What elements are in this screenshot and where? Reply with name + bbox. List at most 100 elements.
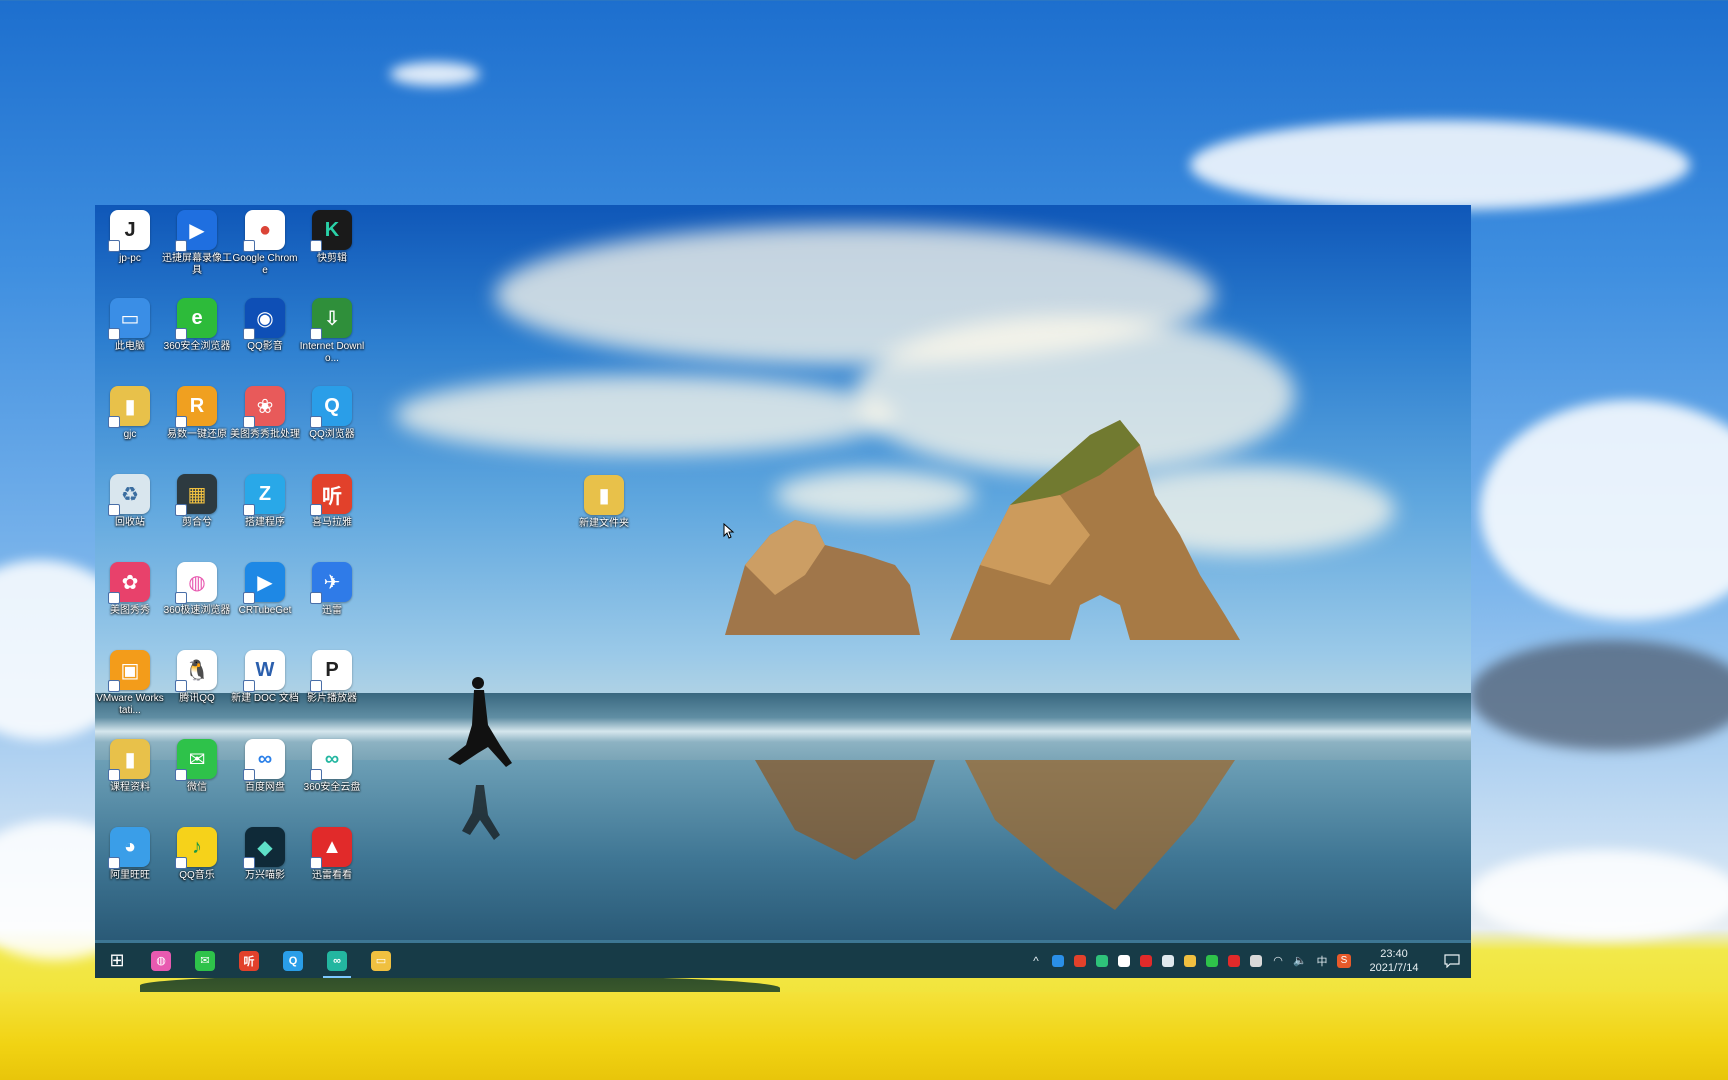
tray-app-icon[interactable] — [1157, 943, 1179, 978]
tray-app-icon[interactable] — [1069, 943, 1091, 978]
tray-app-icon[interactable] — [1201, 943, 1223, 978]
runner-silhouette — [448, 677, 512, 840]
desktop-icon-label: 喜马拉雅 — [312, 517, 352, 528]
taskbar-app-button[interactable]: ▭ — [359, 943, 403, 978]
desktop-icon[interactable]: K 快剪辑 — [297, 210, 367, 265]
tray-app-icon[interactable] — [1091, 943, 1113, 978]
taskbar-app-button[interactable]: ∞ — [315, 943, 359, 978]
desktop-icon[interactable]: ∞ 百度网盘 — [230, 739, 300, 794]
network-icon[interactable]: ◠ — [1267, 943, 1289, 978]
volume-icon[interactable]: 🔈 — [1289, 943, 1311, 978]
taskbar-app-button[interactable]: Q — [271, 943, 315, 978]
app-icon: ◕ — [108, 827, 150, 869]
desktop-icon-label: Google Chrome — [232, 253, 298, 276]
desktop-icon-label: 此电脑 — [115, 341, 145, 352]
system-tray: ^ ◠ 🔈 中 S 23:40 2021/7/14 — [1025, 943, 1471, 978]
desktop-icon[interactable]: Z 搭建程序 — [230, 474, 300, 529]
desktop-icon-label: 回收站 — [115, 517, 145, 528]
taskbar-pinned-apps: ◍ ✉ 听 Q ∞ ▭ — [139, 943, 403, 978]
taskbar-clock[interactable]: 23:40 2021/7/14 — [1355, 947, 1433, 975]
taskbar-app-button[interactable]: 听 — [227, 943, 271, 978]
tray-app-icon[interactable] — [1245, 943, 1267, 978]
action-center-button[interactable] — [1433, 943, 1471, 978]
desktop-icon[interactable]: ❀ 美图秀秀批处理 — [230, 386, 300, 441]
desktop-icon[interactable]: ◕ 阿里旺旺 — [95, 827, 165, 882]
tray-icons — [1047, 943, 1267, 978]
show-hidden-icons-chevron-icon[interactable]: ^ — [1025, 943, 1047, 978]
tray-app-icon[interactable] — [1047, 943, 1069, 978]
desktop-icon[interactable]: ▭ 此电脑 — [95, 298, 165, 353]
desktop-icon-label: 美图秀秀批处理 — [230, 429, 300, 440]
start-button[interactable]: ⊞ — [95, 943, 139, 978]
ime-indicator[interactable]: 中 — [1311, 943, 1333, 978]
clock-date: 2021/7/14 — [1369, 961, 1419, 974]
desktop-icon[interactable]: 🐧 腾讯QQ — [162, 650, 232, 705]
desktop-icon[interactable]: ◍ 360极速浏览器 — [162, 562, 232, 617]
desktop-icon[interactable]: Jjp-pc — [95, 210, 165, 265]
desktop-icon[interactable]: ● Google Chrome — [230, 210, 300, 277]
desktop-icon[interactable]: ✈ 迅雷 — [297, 562, 367, 617]
app-icon: ∞ — [310, 739, 352, 781]
desktop-icon[interactable]: ◉ QQ影音 — [230, 298, 300, 353]
desktop-icon-label: 腾讯QQ — [179, 693, 215, 704]
desktop-icon[interactable]: ✿ 美图秀秀 — [95, 562, 165, 617]
taskbar-app-icon: ▭ — [371, 950, 391, 971]
desktop-icon[interactable]: ▲ 迅雷看看 — [297, 827, 367, 882]
desktop-icon[interactable]: ▶ 迅捷屏幕录像工具 — [162, 210, 232, 277]
desktop-icon-label: 剪合兮 — [182, 517, 212, 528]
taskbar-app-button[interactable]: ✉ — [183, 943, 227, 978]
tray-app-icon[interactable] — [1223, 943, 1245, 978]
desktop-icon-label: 360极速浏览器 — [163, 605, 231, 616]
wallpaper-cloud — [395, 375, 895, 455]
desktop-icon[interactable]: P 影片播放器 — [297, 650, 367, 705]
sogou-input-icon[interactable]: S — [1333, 943, 1355, 978]
taskbar-app-button[interactable]: ◍ — [139, 943, 183, 978]
desktop-icon[interactable]: ◆ 万兴喵影 — [230, 827, 300, 882]
app-icon: ♪ — [175, 827, 217, 869]
app-icon: e — [175, 298, 217, 340]
desktop-icon-label: 快剪辑 — [317, 253, 347, 264]
desktop-icon[interactable]: 听喜马拉雅 — [297, 474, 367, 529]
desktop-icon[interactable]: e 360安全浏览器 — [162, 298, 232, 353]
desktop-icon[interactable]: ▶ CRTubeGet — [230, 562, 300, 617]
mouse-cursor-icon — [723, 523, 735, 539]
app-icon: ∞ — [243, 739, 285, 781]
app-icon: ✿ — [108, 562, 150, 604]
app-icon: ✈ — [310, 562, 352, 604]
desktop-icon[interactable]: R 易数一键还原 — [162, 386, 232, 441]
desktop-icon[interactable]: ▣ VMware Workstati... — [95, 650, 165, 717]
app-icon: ◆ — [243, 827, 285, 869]
background-cloud — [1190, 120, 1690, 210]
app-icon: ▣ — [108, 650, 150, 692]
desktop-icon[interactable]: ▮ 课程资料 — [95, 739, 165, 794]
desktop-icon-label: gjc — [123, 429, 137, 440]
tray-app-icon[interactable] — [1179, 943, 1201, 978]
windows-logo-icon: ⊞ — [109, 950, 125, 970]
tray-app-icon[interactable] — [1113, 943, 1135, 978]
app-icon: ▮ — [108, 739, 150, 781]
app-icon: K — [310, 210, 352, 252]
desktop-icon[interactable]: ∞ 360安全云盘 — [297, 739, 367, 794]
desktop-icon-new-folder[interactable]: ▮ 新建文件夹 — [569, 475, 639, 530]
app-icon: ⇩ — [310, 298, 352, 340]
desktop-icon[interactable]: Q QQ浏览器 — [297, 386, 367, 441]
desktop-icon[interactable]: ♪ QQ音乐 — [162, 827, 232, 882]
app-icon: ◍ — [175, 562, 217, 604]
desktop-icon-label: 百度网盘 — [245, 782, 285, 793]
yellow-flower-field — [0, 992, 1728, 1080]
desktop-icon[interactable]: ⇩ Internet Downlo... — [297, 298, 367, 365]
app-icon: ◉ — [243, 298, 285, 340]
app-icon: 听 — [310, 474, 352, 516]
app-icon: ▭ — [108, 298, 150, 340]
desktop-icon[interactable]: ▦ 剪合兮 — [162, 474, 232, 529]
desktop-icon-label: QQ音乐 — [179, 870, 215, 881]
background-cloud — [1480, 400, 1728, 620]
desktop-icon[interactable]: W 新建 DOC 文档 — [230, 650, 300, 705]
desktop-icon-label: 迅雷看看 — [312, 870, 352, 881]
desktop-icon[interactable]: ♻ 回收站 — [95, 474, 165, 529]
tray-app-icon[interactable] — [1135, 943, 1157, 978]
desktop-icon-label: CRTubeGet — [238, 605, 292, 616]
app-icon: ❀ — [243, 386, 285, 428]
desktop-icon[interactable]: ▮ gjc — [95, 386, 165, 441]
desktop-icon[interactable]: ✉ 微信 — [162, 739, 232, 794]
